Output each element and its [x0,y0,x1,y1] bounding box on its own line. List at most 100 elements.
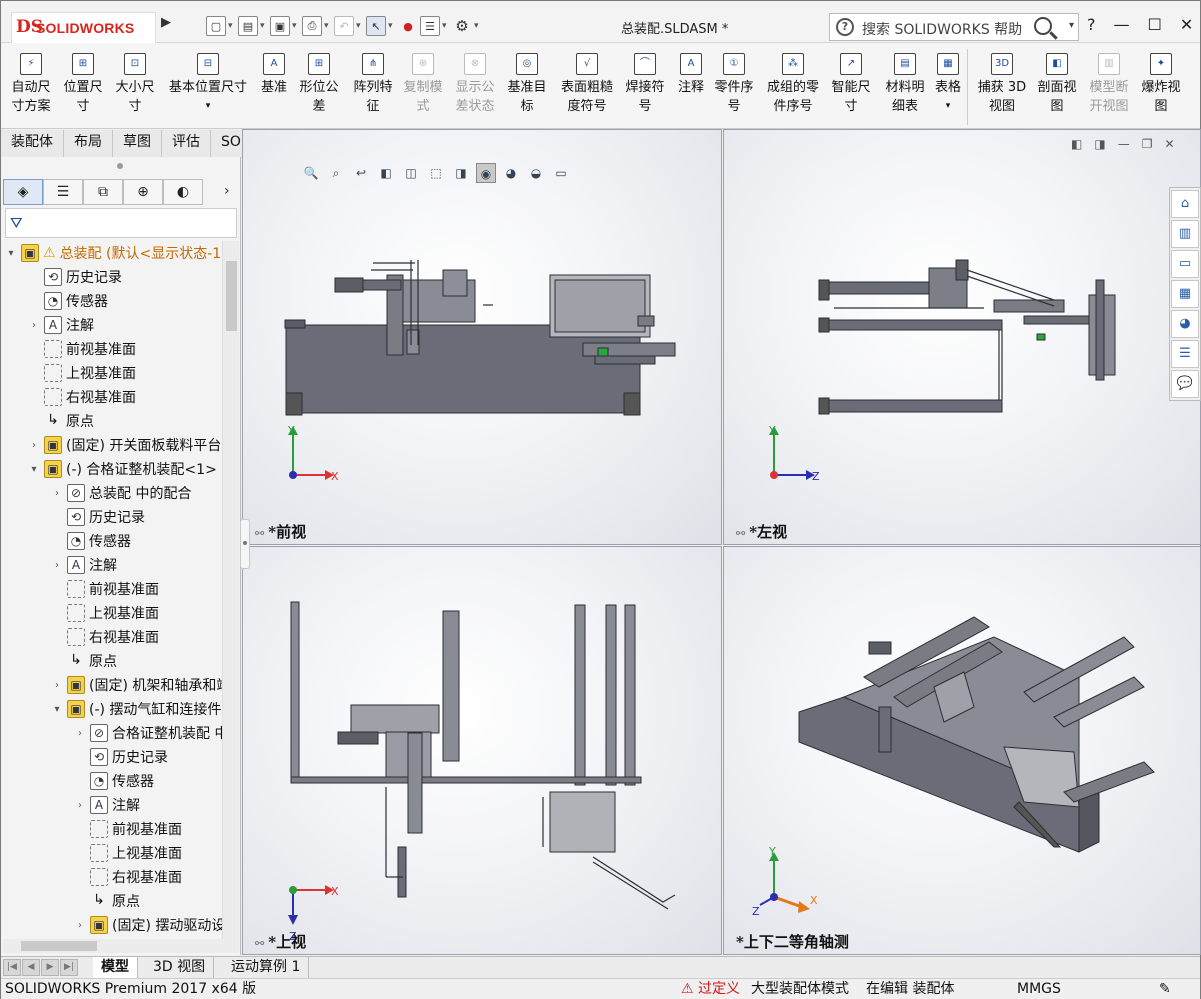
viewport-close-icon[interactable]: ✕ [1164,137,1174,151]
viewport-left[interactable]: Y Z ⚯ *左视 [723,129,1201,545]
ribbon-button[interactable]: ⊡ 大小尺寸 [111,51,159,116]
tab-model[interactable]: 模型 [93,957,138,979]
zoom-to-area-icon[interactable]: ⌕ [326,163,346,183]
expand-toggle-icon[interactable]: › [28,320,40,331]
next-tab-icon[interactable]: ▶ [41,959,59,976]
tree-item[interactable]: › ▣(固定) 摆动驱动设备 [74,913,222,937]
ribbon-button[interactable]: ⋔ 阵列特征 [349,51,397,116]
viewport-minimize-icon[interactable]: — [1118,137,1130,151]
dynamic-annotation-icon[interactable]: ◫ [401,163,421,183]
expand-toggle-icon[interactable]: › [28,440,40,451]
expand-toggle-icon[interactable]: › [51,680,63,691]
display-style-icon[interactable]: ◨ [451,163,471,183]
select-dropdown-icon[interactable]: ▾ [388,21,396,31]
custom-properties-icon[interactable]: ☰ [1171,340,1199,368]
search-icon[interactable] [1034,17,1052,35]
viewport-prev-icon[interactable]: ◧ [1071,137,1082,151]
unit-system[interactable]: MMGS [1017,979,1061,999]
ribbon-button[interactable]: ▥ 模型断 开视图 [1085,51,1133,116]
help-search-box[interactable]: ? 搜索 SOLIDWORKS 帮助 ▾ [829,13,1079,41]
expand-toggle-icon[interactable]: › [51,488,63,499]
tree-item[interactable]: 右视基准面 [74,865,182,889]
ribbon-button[interactable]: A 注释 [673,51,709,97]
scrollbar-thumb[interactable] [226,261,237,331]
link-views-icon[interactable]: ⚯ [255,937,264,950]
viewport-restore-icon[interactable]: ❐ [1142,137,1153,151]
expand-toggle-icon[interactable]: ▾ [28,464,40,475]
apply-scene-icon[interactable]: ◒ [526,163,546,183]
edit-appearance-icon[interactable]: ◕ [501,163,521,183]
undo-icon[interactable]: ↶ [334,16,354,36]
tree-item[interactable]: 上视基准面 [28,361,136,385]
close-button[interactable]: ✕ [1180,15,1193,34]
tree-item[interactable]: 前视基准面 [74,817,182,841]
ribbon-button[interactable]: 3D 捕获 3D 视图 [976,51,1028,116]
new-document-icon[interactable]: ▢ [206,16,226,36]
ribbon-button[interactable]: ✦ 爆炸视图 [1137,51,1185,116]
scrollbar-thumb[interactable] [21,941,97,951]
view-settings-monitor-icon[interactable]: ▭ [551,163,571,183]
rebuild-tips-icon[interactable]: ✎ [1159,979,1171,999]
expand-toggle-icon[interactable]: ▾ [51,704,63,715]
tree-item[interactable]: › A 注解 [74,793,140,817]
view-palette-icon[interactable]: ▦ [1171,280,1199,308]
ribbon-button[interactable]: ⊞ 位置尺寸 [59,51,107,116]
options-gear-icon[interactable]: ⚙ [452,16,472,36]
filter-funnel-icon[interactable]: ⛛ [10,214,23,232]
tree-filter[interactable]: ⛛ [5,208,237,238]
ribbon-button[interactable]: ⊗ 显示公 差状态 [451,51,499,116]
expand-toggle-icon[interactable]: ▾ [5,248,17,259]
minimize-button[interactable]: — [1114,15,1130,34]
home-icon[interactable]: ⌂ [1171,190,1199,218]
command-tab[interactable]: 草图 [113,130,162,157]
tree-item[interactable]: ▾ ▣ ⚠ 总装配 (默认<显示状态-1>) [5,241,222,265]
ribbon-button[interactable]: ⊟ 基本位置尺寸 ▾ [163,51,253,116]
tree-item[interactable]: ↳ 原点 [51,649,117,673]
file-properties-icon[interactable]: ☰ [420,16,440,36]
command-tab[interactable]: 评估 [162,130,211,157]
tree-item[interactable]: › ▣ (固定) 机架和轴承和端 [51,673,222,697]
ribbon-button[interactable]: ⚡ 自动尺 寸方案 [7,51,55,116]
ribbon-button[interactable]: ① 零件序号 [711,51,757,116]
restore-button[interactable]: ☐ [1148,15,1162,34]
ribbon-button[interactable]: A 基准 [257,51,291,97]
tree-item[interactable]: › ⊘ 总装配 中的配合 [51,481,191,505]
select-cursor-icon[interactable]: ↖ [366,16,386,36]
tree-item[interactable]: ◔ 传感器 [28,289,108,313]
forum-icon[interactable]: 💬 [1171,370,1199,398]
options-dropdown-icon[interactable]: ▾ [474,21,482,31]
ribbon-button[interactable]: ⌒ 焊接符号 [621,51,669,116]
ribbon-button[interactable]: ▦ 表格 ▾ [931,51,965,116]
tree-item[interactable]: ◔ 传感器 [51,529,131,553]
panel-splitter-handle[interactable] [240,519,250,569]
save-dropdown-icon[interactable]: ▾ [292,21,300,31]
command-tab[interactable]: 装配体 [1,130,64,157]
menu-expand-arrow-icon[interactable]: ▶ [161,15,171,30]
dimxpert-manager-tab-icon[interactable]: ⊕ [123,179,163,205]
rebuild-traffic-light-icon[interactable]: ● [398,16,418,36]
viewport-front[interactable]: Y X ⚯ *前视 [242,129,722,545]
expand-toggle-icon[interactable]: › [74,800,86,811]
expand-toggle-icon[interactable]: › [74,920,86,931]
previous-view-icon[interactable]: ↩ [351,163,371,183]
link-views-icon[interactable]: ⚯ [255,527,264,540]
tree-item[interactable]: 前视基准面 [51,577,159,601]
tree-item[interactable]: ↳ 原点 [28,409,94,433]
tab-3d-views[interactable]: 3D 视图 [145,957,215,979]
display-manager-tab-icon[interactable]: ◐ [163,179,203,205]
ribbon-button[interactable]: ⁂ 成组的零 件序号 [761,51,825,116]
tree-item[interactable]: 右视基准面 [28,385,136,409]
tree-item[interactable]: › A 注解 [28,313,94,337]
tree-item[interactable]: 上视基准面 [51,601,159,625]
tab-motion-study-1[interactable]: 运动算例 1 [223,957,310,979]
link-views-icon[interactable]: ⚯ [736,527,745,540]
last-tab-icon[interactable]: ▶| [60,959,78,976]
configuration-manager-tab-icon[interactable]: ⧉ [83,179,123,205]
open-dropdown-icon[interactable]: ▾ [260,21,268,31]
tree-item[interactable]: 上视基准面 [74,841,182,865]
expand-toggle-icon[interactable]: › [51,560,63,571]
section-view-icon[interactable]: ◧ [376,163,396,183]
viewport-isometric[interactable]: Y X Z *上下二等角轴测 [723,546,1201,955]
expand-toggle-icon[interactable]: › [74,728,86,739]
design-library-icon[interactable]: ▥ [1171,220,1199,248]
